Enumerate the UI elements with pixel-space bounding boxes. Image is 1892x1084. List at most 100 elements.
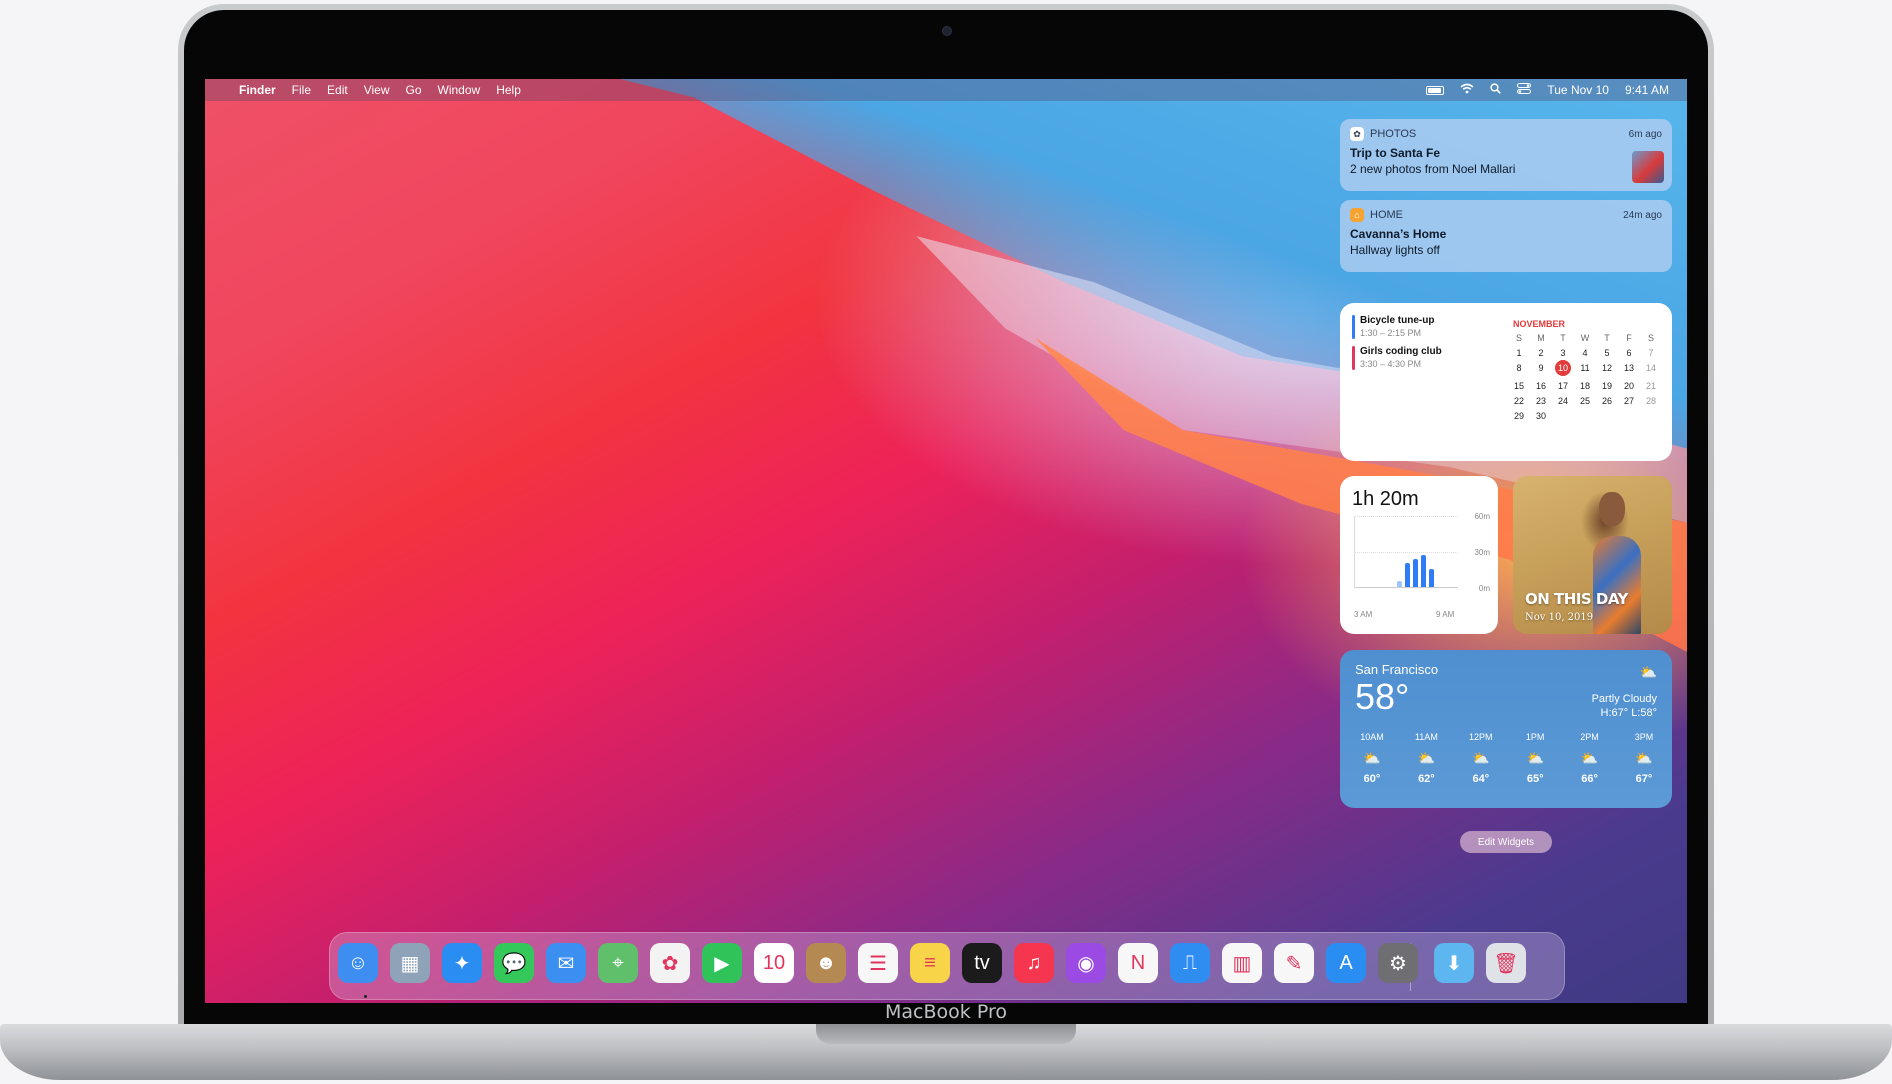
weather-city: San Francisco [1355, 662, 1439, 677]
usage-bar [1413, 559, 1418, 587]
calendar-day[interactable]: 24 [1552, 396, 1574, 406]
notification-title: Cavanna’s Home [1350, 227, 1447, 241]
calendar-day[interactable]: 21 [1640, 381, 1662, 391]
event-title: Bicycle tune-up [1360, 315, 1435, 326]
messages-icon[interactable]: 💬 [494, 943, 534, 983]
battery-icon[interactable] [1426, 85, 1445, 95]
hour-temp: 64° [1472, 773, 1490, 785]
system-preferences-icon[interactable]: ⚙ [1378, 943, 1418, 983]
menu-go[interactable]: Go [406, 83, 422, 97]
notes-icon[interactable]: ≡ [910, 943, 950, 983]
podcasts-icon[interactable]: ◉ [1066, 943, 1106, 983]
news-icon[interactable]: N [1118, 943, 1158, 983]
partly-cloudy-icon: ⛅ [1639, 664, 1657, 680]
facetime-icon[interactable]: ▶ [702, 943, 742, 983]
downloads-folder-icon[interactable]: ⬇ [1434, 943, 1474, 983]
menu-edit[interactable]: Edit [327, 83, 348, 97]
dock: ☺ ▦ ✦ 💬 ✉ ⌖ ✿ ▶ 10 ☻ ☰ ≡ tv ♫ ◉ N ⎍ ▥ ✎ A ⚙ ⬇ 🗑 [329, 932, 1565, 1000]
menu-date[interactable]: Tue Nov 10 [1547, 83, 1609, 97]
calendar-day[interactable]: 16 [1530, 381, 1552, 391]
hour-label: 3PM [1634, 732, 1654, 742]
calendar-day[interactable]: 14 [1640, 363, 1662, 376]
edit-widgets-button[interactable]: Edit Widgets [1460, 831, 1552, 853]
calendar-day [1618, 411, 1640, 421]
hour-forecast: 3PM ⛅ 67° [1624, 732, 1664, 785]
calendar-grid: S M T W T F S 1 2 3 4 5 6 7 8 9 10 11 12 13 14 15 16 17 18 19 20 21… [1508, 333, 1662, 421]
notification-photos[interactable]: ✿ PHOTOS 6m ago Trip to Santa Fe 2 new p… [1340, 119, 1672, 191]
photo-widget-date: Nov 10, 2019 [1525, 612, 1594, 623]
hour-label: 10AM [1360, 732, 1384, 742]
control-center-icon[interactable] [1517, 83, 1532, 97]
maps-icon[interactable]: ⌖ [598, 943, 638, 983]
calendar-day[interactable]: 19 [1596, 381, 1618, 391]
calendar-day[interactable]: 29 [1508, 411, 1530, 421]
calendar-day[interactable]: 2 [1530, 348, 1552, 358]
calendar-day[interactable]: 27 [1618, 396, 1640, 406]
trash-icon[interactable]: 🗑 [1486, 943, 1526, 983]
hour-forecast: 12PM ⛅ 64° [1461, 732, 1501, 785]
menu-view[interactable]: View [364, 83, 390, 97]
calendar-day[interactable]: 4 [1574, 348, 1596, 358]
calendar-day[interactable]: 20 [1618, 381, 1640, 391]
music-icon[interactable]: ♫ [1014, 943, 1054, 983]
calendar-day[interactable]: 8 [1508, 363, 1530, 376]
menu-help[interactable]: Help [496, 83, 521, 97]
calendar-day[interactable]: 28 [1640, 396, 1662, 406]
weather-widget[interactable]: San Francisco 58° ⛅ Partly Cloudy H:67° … [1340, 650, 1672, 808]
usage-bar [1397, 581, 1402, 587]
weekday-label: T [1604, 333, 1610, 343]
calendar-day[interactable]: 3 [1552, 348, 1574, 358]
calendar-day[interactable]: 6 [1618, 348, 1640, 358]
hour-forecast: 1PM ⛅ 65° [1515, 732, 1555, 785]
finder-icon[interactable]: ☺ [338, 943, 378, 983]
weather-condition: Partly Cloudy [1591, 693, 1657, 705]
tv-icon[interactable]: tv [962, 943, 1002, 983]
calendar-day[interactable]: 5 [1596, 348, 1618, 358]
notification-title: Trip to Santa Fe [1350, 146, 1441, 160]
numbers-icon[interactable]: ▥ [1222, 943, 1262, 983]
hour-temp: 67° [1635, 773, 1653, 785]
screen-time-widget[interactable]: 1h 20m 60m 30m 0m 3 AM 9 AM [1340, 476, 1498, 634]
calendar-day [1552, 411, 1574, 421]
weather-hilo: H:67° L:58° [1600, 707, 1658, 719]
menu-window[interactable]: Window [438, 83, 481, 97]
calendar-day[interactable]: 18 [1574, 381, 1596, 391]
keynote-icon[interactable]: ⎍ [1170, 943, 1210, 983]
calendar-day[interactable]: 17 [1552, 381, 1574, 391]
safari-icon[interactable]: ✦ [442, 943, 482, 983]
app-store-icon[interactable]: A [1326, 943, 1366, 983]
photos-icon[interactable]: ✿ [650, 943, 690, 983]
calendar-day[interactable]: 23 [1530, 396, 1552, 406]
notification-body: 2 new photos from Noel Mallari [1350, 162, 1516, 176]
menu-app-name[interactable]: Finder [239, 83, 276, 97]
launchpad-icon[interactable]: ▦ [390, 943, 430, 983]
calendar-day[interactable]: 10 [1555, 360, 1571, 376]
calendar-day[interactable]: 15 [1508, 381, 1530, 391]
menu-file[interactable]: File [292, 83, 311, 97]
calendar-day[interactable]: 9 [1530, 363, 1552, 376]
weekday-label: S [1515, 333, 1522, 343]
wifi-icon[interactable] [1460, 83, 1474, 97]
calendar-day[interactable]: 30 [1530, 411, 1552, 421]
calendar-day[interactable]: 26 [1596, 396, 1618, 406]
pages-icon[interactable]: ✎ [1274, 943, 1314, 983]
calendar-icon[interactable]: 10 [754, 943, 794, 983]
calendar-day[interactable]: 7 [1640, 348, 1662, 358]
calendar-day[interactable]: 13 [1618, 363, 1640, 376]
spotlight-icon[interactable] [1490, 83, 1502, 97]
calendar-day[interactable]: 1 [1508, 348, 1530, 358]
photos-widget[interactable]: ON THIS DAY Nov 10, 2019 [1513, 476, 1672, 634]
hour-temp: 65° [1526, 773, 1544, 785]
contacts-icon[interactable]: ☻ [806, 943, 846, 983]
calendar-day[interactable]: 12 [1596, 363, 1618, 376]
calendar-month: NOVEMBER [1513, 319, 1566, 329]
notification-home[interactable]: ⌂ HOME 24m ago Cavanna’s Home Hallway li… [1340, 200, 1672, 272]
y-axis-label: 60m [1474, 512, 1490, 521]
calendar-day[interactable]: 22 [1508, 396, 1530, 406]
menu-time[interactable]: 9:41 AM [1625, 83, 1669, 97]
mail-icon[interactable]: ✉ [546, 943, 586, 983]
calendar-day[interactable]: 25 [1574, 396, 1596, 406]
reminders-icon[interactable]: ☰ [858, 943, 898, 983]
calendar-widget[interactable]: Bicycle tune-up 1:30 – 2:15 PM Girls cod… [1340, 303, 1672, 461]
calendar-day[interactable]: 11 [1574, 363, 1596, 376]
